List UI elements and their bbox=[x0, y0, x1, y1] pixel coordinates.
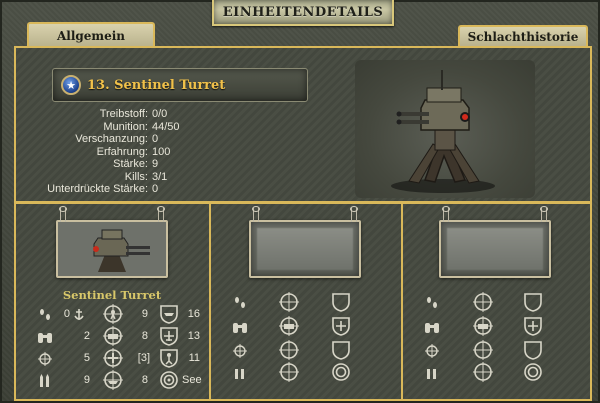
slot-image-frame-empty bbox=[439, 206, 551, 278]
stat-value: 9 bbox=[152, 158, 159, 170]
hanger-clip-icon bbox=[59, 206, 67, 222]
target-icon bbox=[331, 362, 351, 382]
empty-slot-image bbox=[257, 228, 353, 270]
window-title: EINHEITENDETAILS bbox=[222, 4, 384, 20]
stat-label: Stärke: bbox=[113, 158, 148, 170]
shield-soldier-icon bbox=[523, 340, 543, 360]
naval-attack-value-2: 8 bbox=[141, 374, 148, 386]
hanger-clip-icon bbox=[157, 206, 165, 222]
stat-row-strength: Stärke: 9 bbox=[40, 158, 290, 171]
ammo-icon bbox=[231, 364, 249, 382]
slot-image-frame-empty bbox=[249, 206, 361, 278]
crosshair-plane-icon bbox=[279, 340, 299, 360]
crosshair-plane-icon bbox=[473, 340, 493, 360]
naval-attack-value: 16 bbox=[187, 308, 200, 320]
range-icon bbox=[36, 350, 54, 368]
shield-plane-icon bbox=[331, 316, 351, 336]
ammo-value: 9 bbox=[83, 374, 90, 386]
hanger-clip-icon bbox=[442, 206, 450, 222]
stat-row-ammo: Munition: 44/50 bbox=[40, 121, 290, 134]
target-icon bbox=[523, 362, 543, 382]
binoculars-icon bbox=[423, 318, 441, 336]
shield-plane-icon bbox=[523, 316, 543, 336]
stat-row-fuel: Treibstoff: 0/0 bbox=[40, 108, 290, 121]
hard-attack-value: 8 bbox=[141, 330, 148, 342]
stat-label: Treibstoff: bbox=[99, 108, 148, 120]
slot-panel-3[interactable] bbox=[401, 204, 592, 401]
anchor-icon bbox=[70, 306, 88, 324]
stat-value: 3/1 bbox=[152, 170, 168, 183]
unit-portrait bbox=[355, 60, 535, 198]
shield-ship-icon bbox=[523, 292, 543, 312]
crosshair-tank-icon bbox=[279, 316, 299, 336]
slot-image-frame bbox=[56, 206, 168, 278]
crosshair-tank-icon bbox=[103, 326, 123, 346]
range-value: 5 bbox=[83, 352, 90, 364]
stat-row-kills: Kills: 3/1 bbox=[40, 171, 290, 184]
crosshair-ship-icon bbox=[103, 370, 123, 390]
crosshair-plane-icon bbox=[103, 348, 123, 368]
range-icon bbox=[231, 342, 249, 360]
initiative-value: See bbox=[182, 374, 202, 386]
shield-plane-icon bbox=[159, 326, 179, 346]
slot-unit-name: Sentinel Turret bbox=[62, 288, 162, 302]
turret-small-icon bbox=[58, 222, 166, 276]
crosshair-soldier-icon bbox=[103, 304, 123, 324]
soft-attack-value: 9 bbox=[141, 308, 148, 320]
stat-value: 0/0 bbox=[152, 108, 168, 120]
crosshair-ship-icon bbox=[473, 362, 493, 382]
slot-panel-1[interactable]: Sentinel Turret 0 9 16 2 8 13 5 [3] 11 9 bbox=[14, 204, 210, 401]
slot-panel-2[interactable] bbox=[209, 204, 403, 401]
ammo-icon bbox=[423, 364, 441, 382]
shield-soldier-icon bbox=[331, 340, 351, 360]
air-attack-bracket-value: [3] bbox=[137, 352, 150, 364]
empty-slot-image bbox=[447, 228, 543, 270]
shield-soldier-icon bbox=[159, 348, 179, 368]
ground-defense-value: 11 bbox=[188, 352, 200, 364]
crosshair-soldier-icon bbox=[473, 292, 493, 312]
ammo-icon bbox=[36, 372, 54, 390]
crosshair-ship-icon bbox=[279, 362, 299, 382]
unit-name-plate: ★ 13. Sentinel Turret bbox=[52, 68, 308, 102]
tab-general[interactable]: Allgemein bbox=[27, 22, 155, 48]
hanger-clip-icon bbox=[540, 206, 548, 222]
stat-value: 44/50 bbox=[152, 120, 180, 133]
unit-rank-badge-icon: ★ bbox=[61, 75, 81, 95]
stat-value: 0 bbox=[152, 133, 159, 145]
window-title-plate: EINHEITENDETAILS bbox=[212, 0, 394, 26]
stat-row-suppressed: Unterdrückte Stärke: 0 bbox=[40, 183, 290, 196]
air-defense-value: 13 bbox=[187, 330, 200, 342]
stat-row-experience: Erfahrung: 100 bbox=[40, 146, 290, 159]
movement-value: 0 bbox=[63, 308, 70, 320]
stat-label: Kills: bbox=[124, 170, 148, 183]
unit-name: 13. Sentinel Turret bbox=[87, 77, 226, 93]
binoculars-icon bbox=[231, 318, 249, 336]
stat-row-entrenchment: Verschanzung: 0 bbox=[40, 133, 290, 146]
shield-ship-icon bbox=[159, 304, 179, 324]
stat-label: Verschanzung: bbox=[75, 133, 148, 145]
stat-label: Unterdrückte Stärke: bbox=[47, 183, 148, 195]
footprints-icon bbox=[231, 294, 249, 312]
binoculars-icon bbox=[36, 328, 54, 346]
stat-label: Erfahrung: bbox=[96, 145, 148, 158]
stat-value: 100 bbox=[152, 145, 171, 158]
hanger-clip-icon bbox=[350, 206, 358, 222]
crosshair-soldier-icon bbox=[279, 292, 299, 312]
footprints-icon bbox=[423, 294, 441, 312]
shield-ship-icon bbox=[331, 292, 351, 312]
stat-label: Munition: bbox=[103, 120, 148, 133]
unit-stats: Treibstoff: 0/0 Munition: 44/50 Verschanzu… bbox=[40, 108, 290, 196]
range-icon bbox=[423, 342, 441, 360]
target-icon bbox=[159, 370, 179, 390]
crosshair-tank-icon bbox=[473, 316, 493, 336]
turret-large-icon bbox=[391, 70, 495, 193]
vision-value: 2 bbox=[83, 330, 90, 342]
hanger-clip-icon bbox=[252, 206, 260, 222]
stat-value: 0 bbox=[152, 183, 159, 195]
tab-battle-history[interactable]: Schlachthistorie bbox=[458, 25, 588, 47]
